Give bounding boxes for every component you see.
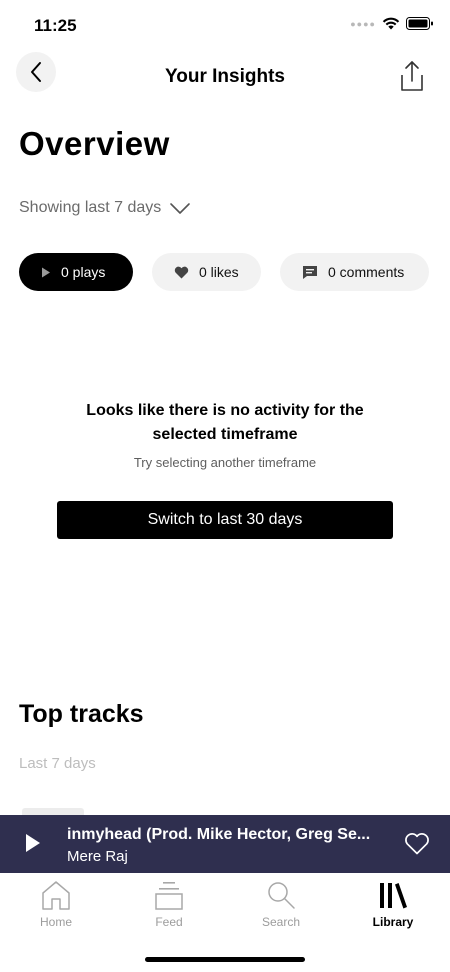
home-icon (42, 881, 70, 910)
chevron-down-icon (170, 203, 191, 214)
mini-player-artist: Mere Raj (67, 848, 128, 865)
feed-icon (155, 882, 183, 910)
page-title: Your Insights (165, 66, 285, 87)
wifi-icon (382, 17, 400, 30)
likes-chip[interactable]: 0 likes (152, 253, 261, 291)
empty-state-title: Looks like there is no activity for the … (86, 402, 364, 443)
plays-chip[interactable]: 0 plays (19, 253, 133, 291)
status-icons: ●●●● (350, 17, 434, 30)
status-bar: 11:25 ●●●● (0, 0, 450, 50)
top-tracks-period: Last 7 days (19, 755, 96, 772)
mini-player[interactable]: inmyhead (Prod. Mike Hector, Greg Se... … (0, 815, 450, 875)
tab-library-label: Library (372, 915, 414, 929)
tab-search-label: Search (261, 915, 301, 929)
mini-player-like-button[interactable] (404, 832, 430, 861)
share-button[interactable] (396, 58, 428, 94)
mini-player-play-button[interactable] (24, 833, 42, 858)
play-icon (42, 267, 50, 277)
status-time: 11:25 (34, 16, 77, 35)
timeframe-selector[interactable]: Showing last 7 days (19, 199, 191, 217)
tab-home-label: Home (39, 915, 72, 929)
plays-chip-label: 0 plays (61, 264, 106, 280)
tab-home[interactable]: Home (11, 879, 101, 929)
top-tracks-heading: Top tracks (19, 700, 144, 728)
comments-chip[interactable]: 0 comments (280, 253, 429, 291)
comments-chip-label: 0 comments (328, 264, 405, 280)
tab-library[interactable]: Library (348, 879, 438, 929)
navigation-header: Your Insights (0, 50, 450, 106)
play-icon (26, 834, 40, 852)
switch-timeframe-button[interactable]: Switch to last 30 days (57, 501, 393, 539)
empty-state-subtitle: Try selecting another timeframe (133, 455, 317, 470)
heart-outline-icon (405, 833, 429, 855)
home-indicator (145, 957, 305, 962)
library-icon (380, 883, 407, 909)
battery-icon (406, 17, 433, 30)
tab-search[interactable]: Search (236, 879, 326, 929)
comment-icon (303, 265, 317, 279)
likes-chip-label: 0 likes (199, 264, 239, 280)
overview-heading: Overview (19, 125, 170, 162)
share-icon (401, 61, 423, 91)
tab-feed[interactable]: Feed (124, 879, 214, 929)
timeframe-label: Showing last 7 days (19, 199, 162, 216)
tab-feed-label: Feed (155, 915, 183, 929)
search-icon (268, 882, 295, 909)
cellular-signal-icon: ●●●● (350, 18, 376, 29)
heart-icon (174, 266, 189, 278)
mini-player-track-title: inmyhead (Prod. Mike Hector, Greg Se... (67, 826, 371, 843)
metric-chips: 0 plays 0 likes 0 comments (19, 253, 429, 291)
